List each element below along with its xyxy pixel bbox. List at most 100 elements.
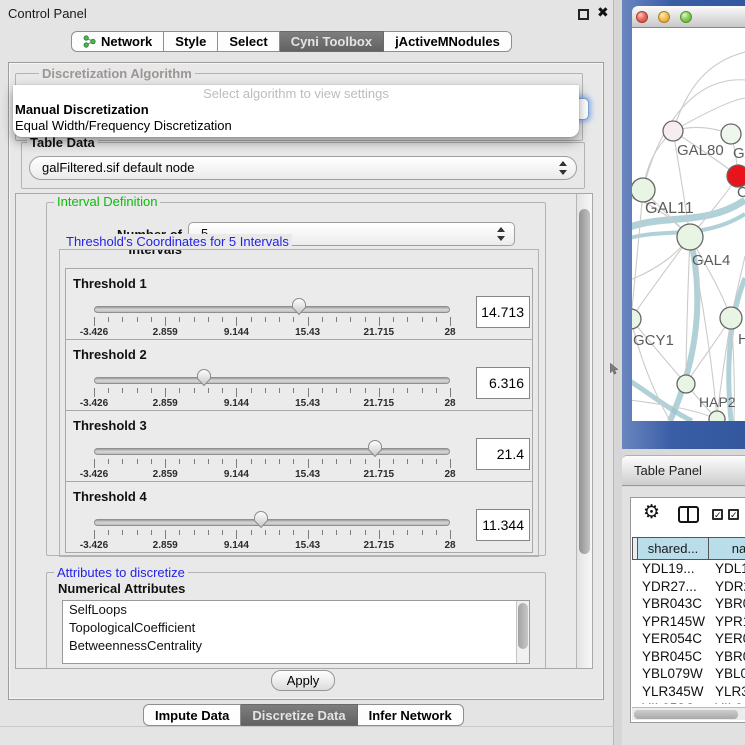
node-label: C [737, 184, 745, 201]
threshold-panel: Threshold 2 -3.4262.8599.14415.4321.7152… [65, 339, 533, 411]
table-horizontal-scrollbar[interactable] [632, 707, 745, 720]
tab-style[interactable]: Style [164, 31, 218, 52]
interval-definition-group: Number of Intervals 5 Threshold's Coordi… [46, 202, 546, 556]
slider-track[interactable] [94, 519, 450, 526]
threshold-value-field[interactable] [476, 509, 530, 541]
scrollbar-thumb[interactable] [579, 209, 590, 554]
tab-network[interactable]: Network [71, 31, 164, 52]
numerical-attributes-list[interactable]: SelfLoopsTopologicalCoefficientBetweenne… [62, 600, 530, 664]
node-label: H [738, 331, 745, 348]
slider-track[interactable] [94, 448, 450, 455]
algorithm-prompt-item: Select algorithm to view settings [13, 85, 579, 102]
network-node-gal80[interactable] [663, 121, 683, 141]
algorithm-option[interactable]: Equal Width/Frequency Discretization [13, 118, 579, 134]
threshold-value-field[interactable] [476, 296, 530, 328]
apply-button[interactable]: Apply [271, 670, 335, 691]
network-node-h[interactable] [720, 307, 742, 329]
tab-jactivemnodules[interactable]: jActiveMNodules [384, 31, 512, 52]
slider-track[interactable] [94, 377, 450, 384]
node-label: GCY1 [633, 332, 674, 349]
settings-vertical-scrollbar[interactable] [576, 194, 592, 668]
table-row[interactable]: YLR345WYLR3 [632, 683, 745, 701]
threshold-label: Threshold 2 [73, 347, 147, 362]
network-node-ga[interactable] [721, 124, 741, 144]
table-row[interactable]: YBR043CYBR0 [632, 595, 745, 613]
network-node[interactable] [709, 411, 725, 421]
network-canvas[interactable]: GAL80GACGAL11GAL4GCY1HHAP2 [632, 28, 745, 421]
table-body: YDL19...YDL1YDR27...YDR2YBR043CYBR0YPR14… [632, 560, 745, 704]
node-table: ⚙ ✓ ✓ shared...name YDL19...YDL1YDR27...… [630, 497, 745, 723]
table-data-group-title: Table Data [27, 135, 98, 150]
gear-icon[interactable]: ⚙ [643, 503, 660, 523]
discretization-algorithm-group-title: Discretization Algorithm [39, 66, 195, 81]
column-header-2[interactable]: name [708, 537, 745, 560]
float-window-icon[interactable] [578, 9, 589, 20]
interval-definition-group-title: Interval Definition [54, 194, 160, 209]
table-row[interactable]: YDR27...YDR2 [632, 578, 745, 596]
table-row[interactable]: YPR145WYPR1 [632, 613, 745, 631]
attributes-list-scrollbar[interactable] [516, 601, 529, 663]
tab-impute-data[interactable]: Impute Data [143, 704, 241, 726]
threshold-value-field[interactable] [476, 438, 530, 470]
attribute-list-item[interactable]: TopologicalCoefficient [63, 619, 529, 637]
checkbox-checked-icon[interactable]: ✓ [728, 509, 739, 520]
network-node-gal11[interactable] [632, 178, 655, 202]
threshold-slider[interactable]: -3.4262.8599.14415.4321.71528 [94, 297, 450, 341]
tab-discretize-data[interactable]: Discretize Data [241, 704, 357, 726]
network-view-window: GAL80GACGAL11GAL4GCY1HHAP2 [622, 0, 745, 449]
control-panel-window: Control Panel ✖ NetworkStyleSelectCyni T… [0, 0, 614, 745]
threshold-label: Threshold 4 [73, 489, 147, 504]
network-edge [632, 237, 690, 320]
attribute-list-item[interactable]: BetweennessCentrality [63, 637, 529, 655]
combobox-stepper-icon[interactable] [558, 161, 567, 175]
table-row[interactable]: YBL079WYBL0 [632, 665, 745, 683]
table-row[interactable]: YBR045CYBR0 [632, 648, 745, 666]
slider-thumb[interactable] [253, 510, 270, 530]
spinner-stepper-icon[interactable] [496, 227, 505, 241]
settings-scrollpane: Number of Intervals 5 Threshold's Coordi… [15, 193, 593, 669]
network-edge [673, 52, 745, 131]
tab-cyni-toolbox[interactable]: Cyni Toolbox [280, 31, 384, 52]
toolbox-tab-bar: NetworkStyleSelectCyni ToolboxjActiveMNo… [71, 31, 512, 52]
table-row[interactable]: YDL19...YDL1 [632, 560, 745, 578]
close-traffic-light[interactable] [636, 11, 648, 23]
thresholds-group-title: Threshold's Coordinates for 5 Intervals [63, 234, 292, 249]
split-view-icon[interactable] [678, 506, 699, 523]
thresholds-group: Threshold 1 -3.4262.8599.14415.4321.7152… [59, 249, 539, 557]
node-label: GAL4 [692, 252, 730, 269]
slider-ticks [94, 459, 450, 469]
attribute-list-item[interactable]: SelfLoops [63, 601, 529, 619]
network-window-titlebar[interactable] [632, 6, 745, 28]
zoom-traffic-light[interactable] [680, 11, 692, 23]
close-icon[interactable]: ✖ [597, 4, 609, 21]
network-node-gal4[interactable] [677, 224, 703, 250]
scrollbar-thumb[interactable] [634, 710, 738, 719]
node-label: HAP2 [699, 394, 736, 410]
slider-thumb[interactable] [291, 297, 308, 317]
table-row[interactable]: YER054CYER0 [632, 630, 745, 648]
threshold-value-field[interactable] [476, 367, 530, 399]
threshold-slider[interactable]: -3.4262.8599.14415.4321.71528 [94, 510, 450, 554]
cyni-toolbox-panel: Discretization Algorithm Select algorith… [8, 62, 604, 700]
column-header-1[interactable]: shared... [637, 537, 709, 560]
slider-tick-labels: -3.4262.8599.14415.4321.71528 [94, 469, 450, 481]
threshold-panel: Threshold 4 -3.4262.8599.14415.4321.7152… [65, 481, 533, 553]
minimize-traffic-light[interactable] [658, 11, 670, 23]
threshold-slider[interactable]: -3.4262.8599.14415.4321.71528 [94, 368, 450, 412]
network-node-hap2[interactable] [677, 375, 695, 393]
slider-thumb[interactable] [367, 439, 384, 459]
table-data-combobox[interactable]: galFiltered.sif default node [29, 156, 577, 180]
tab-select[interactable]: Select [218, 31, 279, 52]
network-node-gcy1[interactable] [632, 309, 641, 329]
tab-infer-network[interactable]: Infer Network [358, 704, 464, 726]
threshold-label: Threshold 3 [73, 418, 147, 433]
table-header-row: shared...name [632, 537, 745, 560]
algorithm-option[interactable]: Manual Discretization [13, 102, 579, 118]
slider-track[interactable] [94, 306, 450, 313]
table-row[interactable]: YIL052CYIL0 [632, 700, 745, 704]
window-title: Control Panel [8, 6, 87, 21]
slider-thumb[interactable] [196, 368, 213, 388]
slider-tick-labels: -3.4262.8599.14415.4321.71528 [94, 540, 450, 552]
threshold-slider[interactable]: -3.4262.8599.14415.4321.71528 [94, 439, 450, 483]
checkbox-checked-icon[interactable]: ✓ [712, 509, 723, 520]
